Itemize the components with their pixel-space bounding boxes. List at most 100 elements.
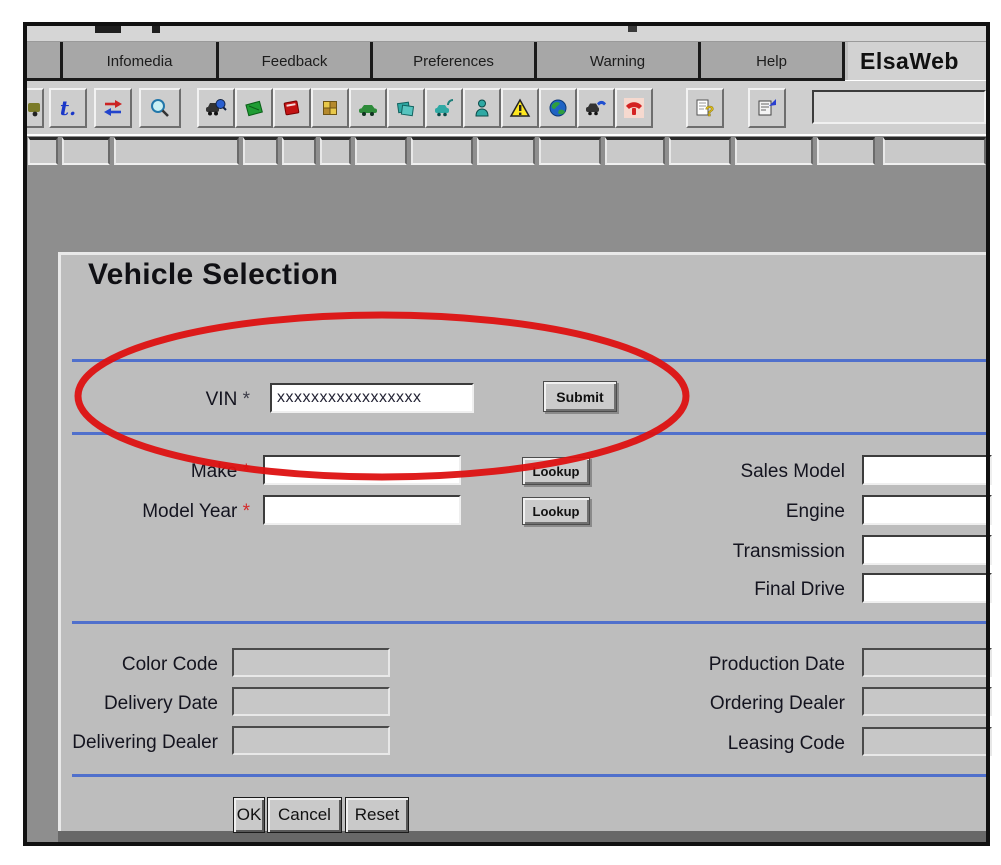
model-year-label: Model Year * <box>100 499 250 525</box>
blank-tab-button[interactable] <box>62 137 110 165</box>
separator-line <box>72 359 986 362</box>
car-green-icon <box>357 97 379 119</box>
submit-button[interactable]: Submit <box>543 381 617 412</box>
warning-triangle-icon <box>509 97 531 119</box>
transmission-label: Transmission <box>645 539 845 565</box>
blank-tab-button[interactable] <box>28 137 58 165</box>
toolbar-button-customer[interactable] <box>463 88 501 128</box>
blank-tab-button[interactable] <box>411 137 473 165</box>
final-drive-input[interactable] <box>862 573 992 603</box>
person-teal-icon <box>471 97 493 119</box>
book-green-icon <box>243 97 265 119</box>
toolbar-button-search[interactable] <box>139 88 181 128</box>
blank-tab-button[interactable] <box>282 137 316 165</box>
tab-warning[interactable]: Warning <box>534 42 698 80</box>
globe-icon <box>547 97 569 119</box>
toolbar-button-manual-red[interactable] <box>273 88 311 128</box>
toolbar-button-swap[interactable] <box>94 88 132 128</box>
top-strip-mark <box>628 26 637 32</box>
ok-button[interactable]: OK <box>233 797 265 833</box>
tab-infomedia[interactable]: Infomedia <box>60 42 216 80</box>
brand-area: ElsaWeb <box>848 42 986 80</box>
toolbar-button-manuals[interactable] <box>387 88 425 128</box>
svg-text:?: ? <box>705 103 714 119</box>
separator-line <box>72 621 986 624</box>
color-code-input <box>232 648 390 677</box>
top-strip-mark <box>152 26 160 33</box>
parts-grid-icon <box>319 97 341 119</box>
help-doc-icon: ? <box>694 97 716 119</box>
blank-tab-button[interactable] <box>735 137 813 165</box>
tab-preferences[interactable]: Preferences <box>370 42 534 80</box>
required-marker: * <box>243 461 250 482</box>
model-year-lookup-button[interactable]: Lookup <box>522 497 590 525</box>
required-marker: * <box>243 389 250 410</box>
app-logo-text: ElsaWeb <box>848 48 959 75</box>
magnifier-icon <box>149 97 171 119</box>
car-phone-icon <box>585 97 607 119</box>
page-title: Vehicle Selection <box>88 258 338 292</box>
toolbar-button-web[interactable] <box>539 88 577 128</box>
required-marker: * <box>243 501 250 522</box>
model-year-input[interactable] <box>263 495 461 525</box>
manuals-teal-icon <box>395 97 417 119</box>
separator-line <box>72 774 986 777</box>
blank-tab-button[interactable] <box>243 137 278 165</box>
blank-tab-button[interactable] <box>114 137 239 165</box>
blank-tab-button[interactable] <box>605 137 665 165</box>
book-red-icon <box>281 97 303 119</box>
tab-label: Help <box>756 53 787 70</box>
toolbar-button-hotline[interactable] <box>615 88 653 128</box>
toolbar-button-help[interactable]: ? <box>686 88 724 128</box>
blank-tab-button[interactable] <box>669 137 731 165</box>
toolbar-button-vehicle-search[interactable] <box>197 88 235 128</box>
engine-input[interactable] <box>862 495 992 525</box>
sales-model-input[interactable] <box>862 455 992 485</box>
toolbar-button-manual-green[interactable] <box>235 88 273 128</box>
toolbar-button-t[interactable]: t. <box>49 88 87 128</box>
toolbar-button-properties[interactable] <box>748 88 786 128</box>
tab-label: Feedback <box>262 53 328 70</box>
final-drive-label: Final Drive <box>645 577 845 603</box>
toolbar-button-vehicle-contact[interactable] <box>577 88 615 128</box>
production-date-label: Production Date <box>630 652 845 678</box>
ordering-dealer-label: Ordering Dealer <box>630 691 845 717</box>
delivering-dealer-input <box>232 726 390 755</box>
cancel-button[interactable]: Cancel <box>267 797 342 833</box>
tab-label: Warning <box>590 53 645 70</box>
toolbar-button-parts[interactable] <box>311 88 349 128</box>
phone-red-icon <box>623 97 645 119</box>
blank-tab-button[interactable] <box>355 137 407 165</box>
t-letter-icon: t. <box>60 98 76 118</box>
toolbar-button-telematics[interactable] <box>425 88 463 128</box>
blank-tab-button[interactable] <box>883 137 986 165</box>
elsaweb-window: Infomedia Feedback Preferences Warning H… <box>0 0 1001 865</box>
separator-line <box>72 432 986 435</box>
toolbar-button-vehicle-data[interactable] <box>349 88 387 128</box>
toolbar-button-partial[interactable] <box>27 88 44 128</box>
vin-input[interactable] <box>270 383 474 413</box>
toolbar-button-warning[interactable] <box>501 88 539 128</box>
leasing-code-input <box>862 727 992 756</box>
color-code-label: Color Code <box>40 652 218 678</box>
toolbar-address-field[interactable] <box>812 90 986 124</box>
ordering-dealer-input <box>862 687 992 716</box>
delivering-dealer-label: Delivering Dealer <box>40 730 218 756</box>
window-top-strip <box>27 26 986 42</box>
make-label: Make * <box>100 459 250 485</box>
panel-bottom-edge <box>58 831 986 842</box>
blank-tab-button[interactable] <box>539 137 601 165</box>
car-satellite-teal-icon <box>433 97 455 119</box>
reset-button[interactable]: Reset <box>345 797 409 833</box>
make-input[interactable] <box>263 455 461 485</box>
tab-stub[interactable] <box>27 42 60 80</box>
tab-label: Preferences <box>413 53 494 70</box>
tab-help[interactable]: Help <box>698 42 845 80</box>
blank-tab-button[interactable] <box>477 137 535 165</box>
blank-tab-button[interactable] <box>320 137 351 165</box>
swap-arrows-icon <box>102 97 124 119</box>
transmission-input[interactable] <box>862 535 992 565</box>
blank-tab-button[interactable] <box>817 137 875 165</box>
make-lookup-button[interactable]: Lookup <box>522 457 590 485</box>
tab-feedback[interactable]: Feedback <box>216 42 370 80</box>
